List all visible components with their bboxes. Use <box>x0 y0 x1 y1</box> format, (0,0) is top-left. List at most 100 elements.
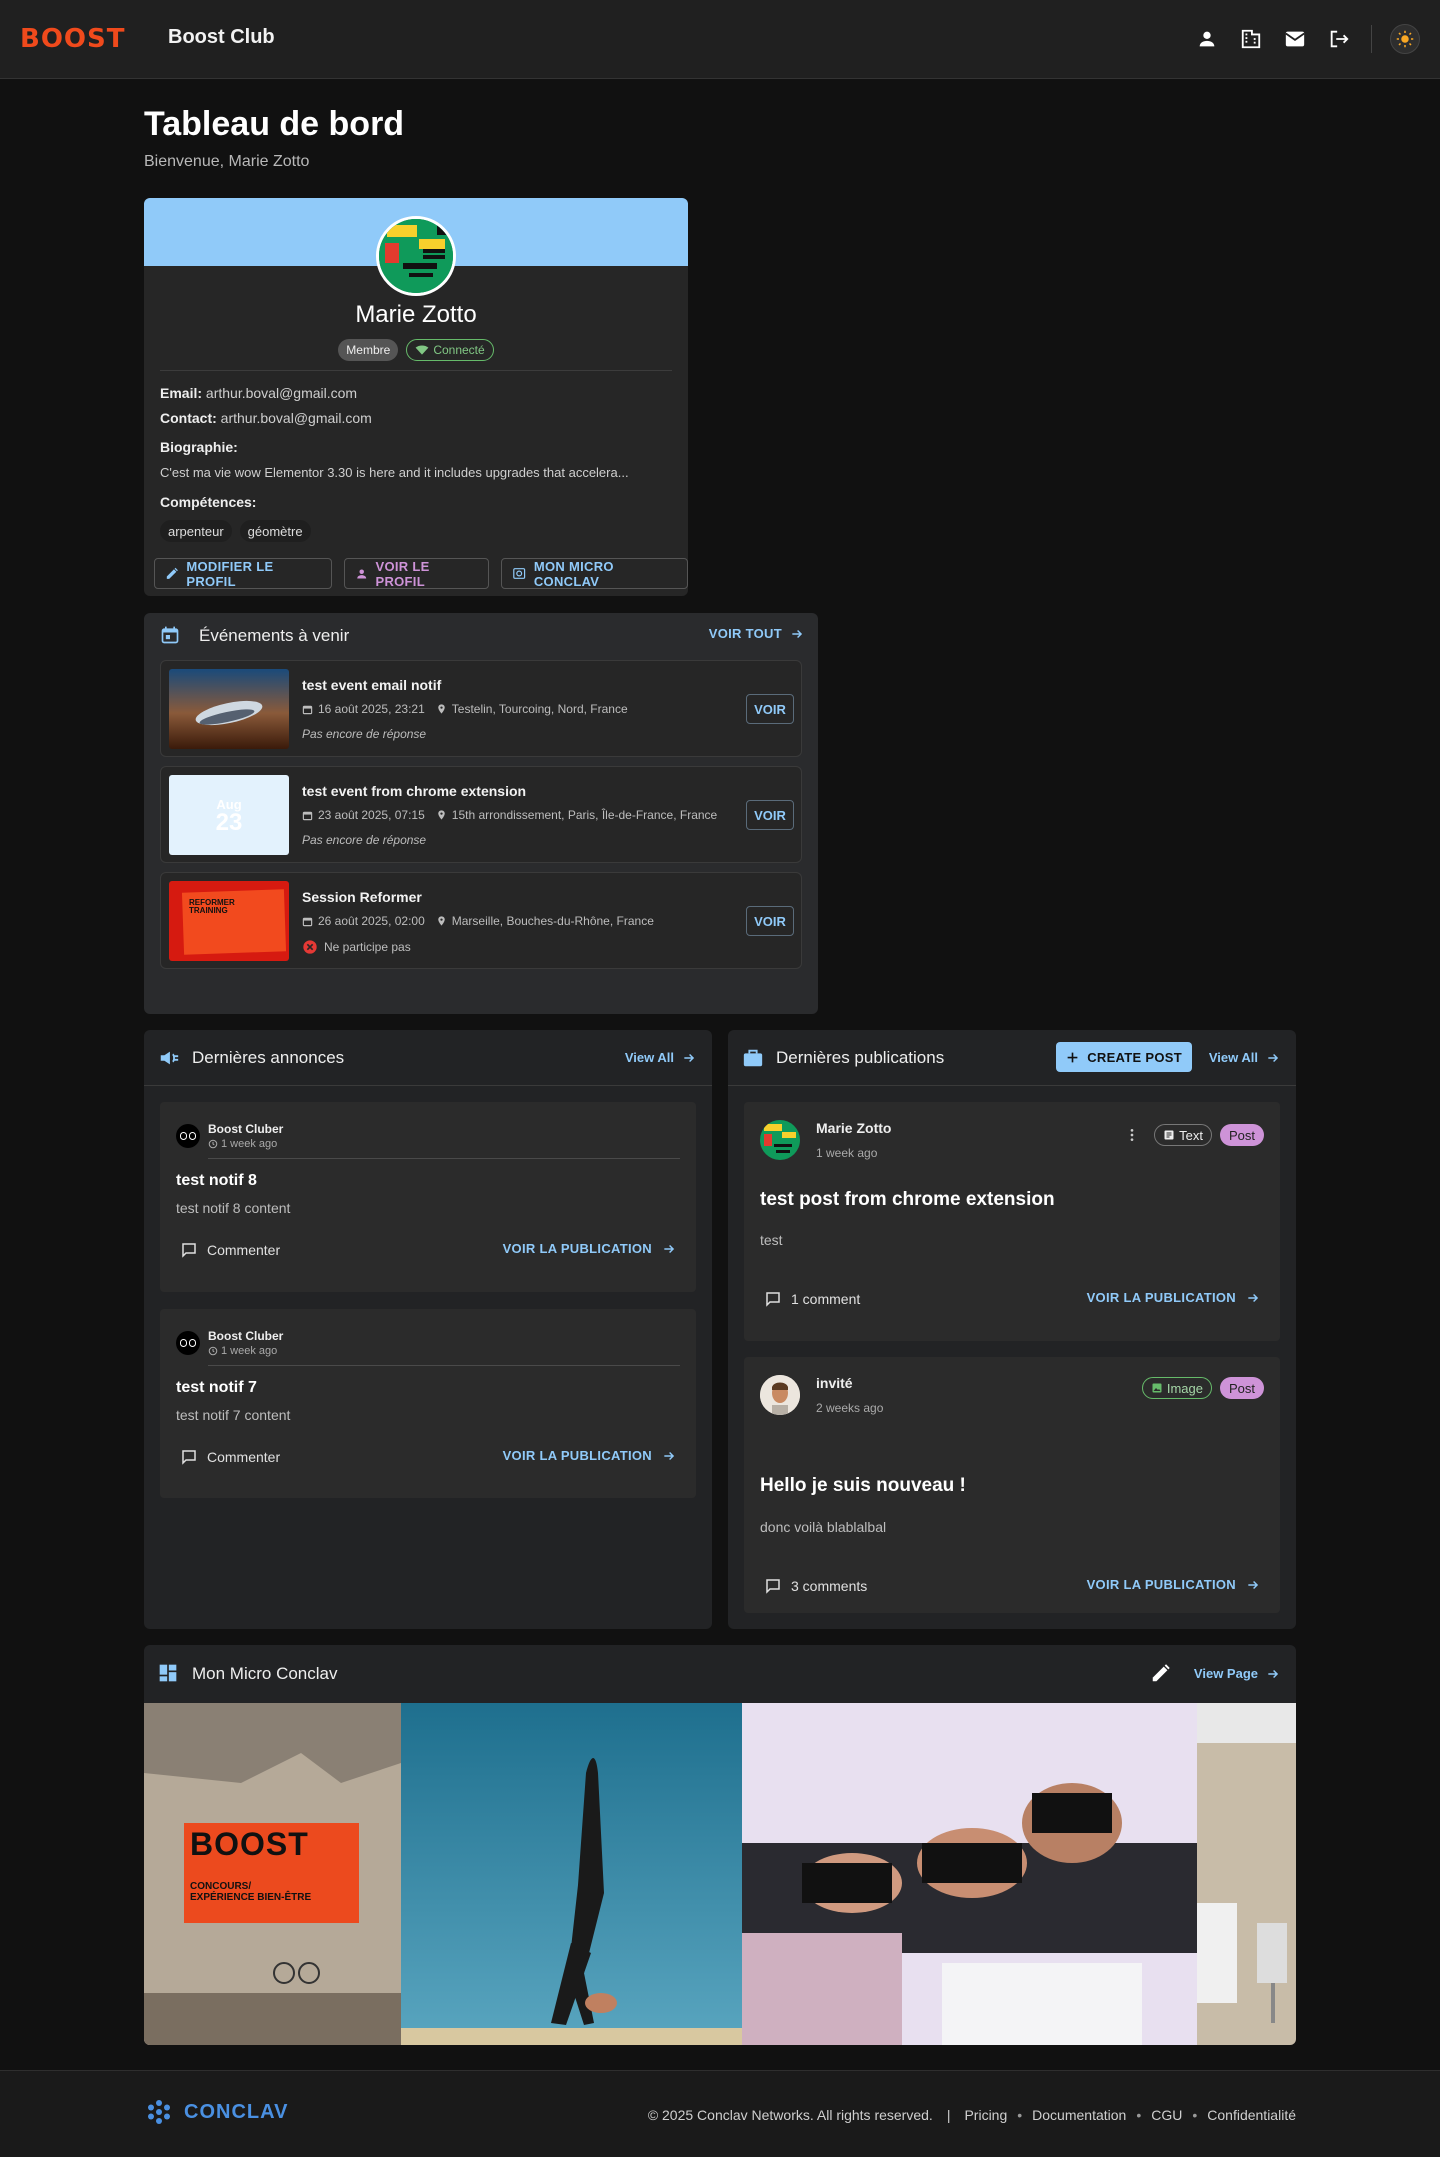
announcement-content: test notif 8 content <box>176 1200 291 1216</box>
micro-header: Mon Micro Conclav View Page <box>144 1645 1296 1701</box>
event-thumbnail <box>169 669 289 749</box>
announcements-view-all[interactable]: View All <box>625 1050 696 1065</box>
comments-button[interactable]: 1 comment <box>764 1290 860 1308</box>
announcements-title: Dernières annonces <box>192 1048 345 1067</box>
view-publication-link[interactable]: VOIR LA PUBLICATION <box>503 1448 676 1463</box>
events-card: Événements à venir VOIR TOUT test event … <box>144 613 818 1014</box>
calendar-small-icon <box>302 811 313 820</box>
event-view-button[interactable]: VOIR <box>746 906 794 936</box>
comment-label: Commenter <box>207 1449 281 1465</box>
event-location: Marseille, Bouches-du-Rhône, France <box>451 914 654 928</box>
comment-button[interactable]: Commenter <box>180 1241 280 1259</box>
comment-icon <box>766 1579 780 1594</box>
divider <box>208 1365 680 1366</box>
edit-icon[interactable] <box>1150 1662 1172 1684</box>
profile-skills-label: Compétences: <box>160 494 672 510</box>
building-icon[interactable] <box>1237 20 1265 58</box>
event-status: Pas encore de réponse <box>302 833 427 847</box>
footer-link-privacy[interactable]: Confidentialité <box>1207 2107 1296 2123</box>
event-status: Ne participe pas <box>302 939 411 955</box>
view-all-label: View All <box>1208 1050 1258 1065</box>
thumb-text: REFORMER TRAINING <box>189 898 235 915</box>
event-item[interactable]: REFORMER TRAINING Session Reformer 26 ao… <box>160 872 802 969</box>
dashboard-icon <box>159 1664 177 1682</box>
event-meta: 23 août 2025, 07:15 15th arrondissement,… <box>302 808 717 822</box>
boost-logo[interactable]: BOOST <box>20 24 125 54</box>
profile-bio-label: Biographie: <box>160 439 672 455</box>
event-thumbnail: Aug 23 <box>169 775 289 855</box>
view-publication-link[interactable]: VOIR LA PUBLICATION <box>503 1241 676 1256</box>
gallery-image[interactable] <box>742 1703 1197 2045</box>
event-title: Session Reformer <box>302 889 422 905</box>
account-icon[interactable] <box>1193 20 1221 58</box>
clock-icon <box>208 1346 218 1356</box>
comment-button[interactable]: Commenter <box>180 1448 280 1466</box>
announcement-item[interactable]: Boost Cluber 1 week ago test notif 7 tes… <box>160 1309 696 1498</box>
event-title: test event email notif <box>302 677 442 693</box>
top-actions <box>1193 20 1420 58</box>
event-view-button[interactable]: VOIR <box>746 800 794 830</box>
poster-brand: BOOST <box>190 1826 309 1862</box>
image-icon <box>1152 1383 1162 1393</box>
view-all-label: View All <box>624 1050 674 1065</box>
publications-card: Dernières publications CREATE POST View … <box>728 1030 1296 1629</box>
edit-profile-button[interactable]: MODIFIER LE PROFIL <box>154 558 333 589</box>
events-header: Événements à venir VOIR TOUT <box>144 613 818 657</box>
time-label: 1 week ago <box>221 1138 278 1150</box>
view-profile-label: VOIR LE PROFIL <box>375 558 430 589</box>
publication-item[interactable]: invité 2 weeks ago Image Post Hello je s… <box>744 1357 1280 1613</box>
micro-conclav-button[interactable]: MON MICRO CONCLAV <box>501 558 688 589</box>
view-publication-link[interactable]: VOIR LA PUBLICATION <box>1087 1290 1260 1305</box>
footer: CONCLAV © 2025 Conclav Networks. All rig… <box>0 2070 1440 2157</box>
publications-header: Dernières publications CREATE POST View … <box>728 1030 1296 1086</box>
pencil-icon <box>166 567 178 579</box>
view-all-label: VOIR TOUT <box>708 626 782 641</box>
arrow-right-icon <box>1268 1669 1279 1678</box>
bio-label: Biographie: <box>160 439 238 455</box>
post-chip: Post <box>1219 1124 1264 1146</box>
type-chip: Text <box>1154 1124 1212 1146</box>
clock-icon <box>208 1139 218 1149</box>
event-item[interactable]: Aug 23 test event from chrome extension … <box>160 766 802 863</box>
publication-item[interactable]: Marie Zotto 1 week ago Text Post test po… <box>744 1102 1280 1341</box>
event-item[interactable]: test event email notif 16 août 2025, 23:… <box>160 660 802 757</box>
event-location: 15th arrondissement, Paris, Île-de-Franc… <box>451 808 718 822</box>
page-subtitle: Bienvenue, Marie Zotto <box>144 153 310 170</box>
footer-link-cgu[interactable]: CGU <box>1151 2107 1182 2123</box>
email-value: arthur.boval@gmail.com <box>205 385 358 401</box>
comment-icon <box>182 1243 196 1258</box>
time-label: 1 week ago <box>221 1345 278 1357</box>
avatar <box>760 1375 800 1415</box>
conclav-logo-icon <box>148 2100 170 2124</box>
plus-icon <box>1067 1052 1078 1062</box>
gallery-image[interactable]: BOOST CONCOURS/ EXPÉRIENCE BIEN-ÊTRE <box>144 1703 401 2045</box>
announcement-item[interactable]: Boost Cluber 1 week ago test notif 8 tes… <box>160 1102 696 1292</box>
gallery-image[interactable] <box>401 1703 742 2045</box>
comments-button[interactable]: 3 comments <box>764 1577 867 1595</box>
footer-brand[interactable]: CONCLAV <box>146 2099 288 2125</box>
more-vert-icon[interactable] <box>1124 1127 1140 1143</box>
event-view-button[interactable]: VOIR <box>746 694 794 724</box>
announcement-title: test notif 8 <box>176 1172 257 1189</box>
copyright: © 2025 Conclav Networks. All rights rese… <box>647 2107 933 2123</box>
gallery-image[interactable] <box>1197 1703 1296 2045</box>
publications-view-all[interactable]: View All <box>1209 1050 1280 1065</box>
view-page-link[interactable]: View Page <box>1194 1666 1280 1681</box>
announcement-content: test notif 7 content <box>176 1407 291 1423</box>
app-name: Boost Club <box>168 26 275 48</box>
footer-link-documentation[interactable]: Documentation <box>1032 2107 1126 2123</box>
footer-link-pricing[interactable]: Pricing <box>964 2107 1007 2123</box>
view-publication-link[interactable]: VOIR LA PUBLICATION <box>1087 1577 1260 1592</box>
micro-conclav-label: MON MICRO CONCLAV <box>533 558 614 589</box>
comment-label: Commenter <box>207 1242 281 1258</box>
create-post-button[interactable]: CREATE POST <box>1056 1042 1192 1072</box>
arrow-right-icon <box>664 1244 675 1253</box>
logout-icon[interactable] <box>1325 20 1353 58</box>
article-icon <box>1164 1130 1174 1140</box>
view-profile-button[interactable]: VOIR LE PROFIL <box>344 558 490 589</box>
create-post-label: CREATE POST <box>1087 1049 1182 1065</box>
view-publication-label: VOIR LA PUBLICATION <box>1086 1290 1236 1305</box>
mail-icon[interactable] <box>1281 20 1309 58</box>
events-view-all[interactable]: VOIR TOUT <box>709 626 804 641</box>
theme-toggle[interactable] <box>1390 24 1420 54</box>
